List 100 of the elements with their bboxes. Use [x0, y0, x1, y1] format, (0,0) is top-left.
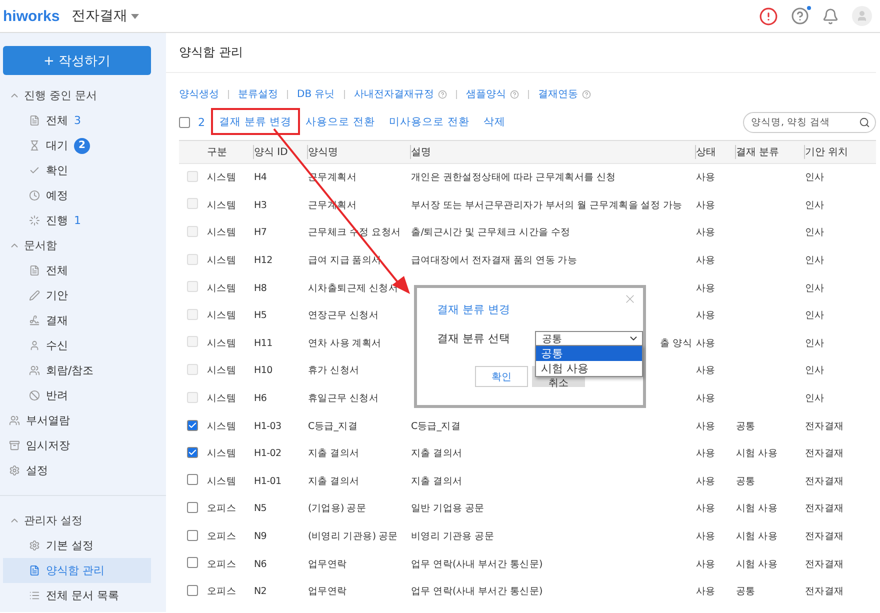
table-cell: 사용: [696, 392, 716, 406]
table-cell: 시스템: [207, 309, 236, 322]
table-cell: 인사: [805, 309, 824, 322]
table-cell: 지출 결의서: [308, 447, 360, 460]
table-cell: 사용: [696, 502, 716, 516]
table-cell: 전자결재: [805, 558, 844, 571]
column-header: 양식명: [308, 145, 411, 159]
table-cell: 출 양식: [660, 338, 692, 349]
column-header: 상태: [696, 145, 736, 159]
table-cell: H11: [254, 338, 272, 349]
table-cell: 시스템: [207, 447, 236, 460]
table-cell: 업무연락: [308, 585, 347, 598]
table-cell: C등급_지결: [411, 420, 461, 433]
table-cell: 사용: [696, 447, 716, 460]
table-cell: 사용: [696, 336, 716, 350]
table-cell: 비영리 기관용 공문: [411, 530, 494, 544]
column-header: 기안 위치: [805, 146, 850, 159]
table-cell: 부서장 또는 부서근무관리자가 부서의 월 근무계획을 설정 가능: [411, 198, 682, 212]
table-cell: 일반 기업용 공문: [411, 502, 484, 516]
table-cell: 공통: [736, 474, 756, 488]
table-cell: 시스템: [207, 420, 236, 433]
table-cell: H6: [254, 393, 267, 404]
table-cell: 사용: [696, 254, 716, 268]
table-cell: 시스템: [207, 226, 236, 240]
table-cell: 시스템: [207, 364, 236, 378]
table-cell: 출/퇴근시간 및 근무체크 시간을 수정: [411, 226, 570, 240]
table-cell: 전자결재: [805, 474, 844, 488]
item-count: 1: [74, 214, 81, 227]
table-cell: H12: [254, 255, 272, 266]
table-cell: 공통: [736, 585, 756, 598]
count-badge: 2: [74, 138, 90, 154]
table-cell: C등급_지결: [308, 420, 358, 433]
table-cell: 전자결재: [805, 420, 844, 433]
table-cell: 오피스: [207, 585, 236, 598]
table-cell: 사용: [696, 558, 716, 571]
table-cell: 급여 지급 품의서: [308, 254, 382, 268]
table-cell: 지출 결의서: [411, 474, 462, 488]
table-cell: 전자결재: [805, 447, 844, 460]
table-cell: 사용: [696, 198, 716, 212]
dialog-title: 결재 분류 변경: [437, 302, 511, 317]
column-header: 설명: [411, 145, 696, 159]
table-cell: 사용: [696, 171, 716, 184]
table-cell: 시스템: [207, 392, 236, 406]
table-cell: 오피스: [207, 530, 236, 544]
table-cell: 인사: [805, 282, 824, 295]
column-header: 양식 ID: [254, 145, 308, 159]
table-cell: 인사: [805, 198, 824, 212]
table-cell: H1-03: [254, 420, 282, 432]
table-cell: 시험 사용: [736, 558, 778, 571]
table-cell: 시스템: [207, 254, 236, 268]
table-cell: 지출 결의서: [308, 474, 360, 488]
page-title: 양식함 관리: [166, 33, 876, 73]
table-cell: 연장근무 신청서: [308, 309, 379, 322]
table-cell: 사용: [696, 364, 716, 378]
column-header: 구분: [207, 145, 254, 159]
table-cell: 사용: [696, 420, 716, 433]
table-cell: 시험 사용: [736, 530, 778, 544]
table-cell: 사용: [696, 530, 716, 544]
table-cell: 인사: [805, 336, 824, 350]
table-cell: 시스템: [207, 198, 236, 212]
table-cell: N2: [254, 586, 267, 598]
table-cell: 오피스: [207, 502, 236, 516]
table-cell: 인사: [805, 392, 824, 406]
table-cell: 업무 연락(사내 부서간 통신문): [411, 585, 542, 598]
column-header: 결재 분류: [736, 145, 805, 159]
table-cell: 시스템: [207, 336, 236, 350]
table-cell: 시스템: [207, 474, 236, 488]
table-cell: 업무연락: [308, 558, 347, 571]
table-cell: 사용: [696, 226, 716, 240]
table-cell: 전자결재: [805, 585, 844, 598]
table-cell: N6: [254, 558, 267, 570]
table-cell: 사용: [696, 474, 716, 488]
field-label: 결재 분류 선택: [437, 331, 510, 346]
table-cell: 인사: [805, 171, 824, 184]
table-cell: 급여대장에서 전자결재 품의 연동 가능: [411, 254, 578, 268]
table-cell: (비영리 기관용) 공문: [308, 530, 398, 544]
table-cell: H5: [254, 310, 267, 322]
table-cell: H1-01: [254, 476, 282, 487]
table-cell: 시차출퇴근제 신청서: [308, 282, 398, 295]
table-cell: 인사: [805, 254, 824, 268]
table-cell: H10: [254, 365, 272, 376]
table-cell: 시험 사용: [736, 502, 778, 516]
table-cell: 오피스: [207, 558, 236, 571]
table-cell: 전자결재: [805, 530, 844, 544]
table-cell: 인사: [805, 364, 824, 378]
table-cell: H4: [254, 172, 267, 184]
table-cell: 인사: [805, 226, 824, 240]
table-cell: N9: [254, 531, 267, 542]
table-cell: H1-02: [254, 448, 282, 460]
table-cell: 휴가 신청서: [308, 364, 360, 378]
table-cell: 사용: [696, 282, 716, 295]
table-cell: H8: [254, 282, 267, 294]
item-count: 3: [74, 114, 81, 127]
table-cell: 공통: [736, 420, 756, 433]
table-cell: (기업용) 공문: [308, 502, 366, 516]
table-cell: 사용: [696, 309, 716, 322]
table-cell: 시스템: [207, 282, 236, 295]
table-cell: 업무 연락(사내 부서간 통신문): [411, 558, 542, 571]
table-cell: 연차 사용 계획서: [308, 336, 382, 350]
table-cell: 휴일근무 신청서: [308, 392, 379, 406]
